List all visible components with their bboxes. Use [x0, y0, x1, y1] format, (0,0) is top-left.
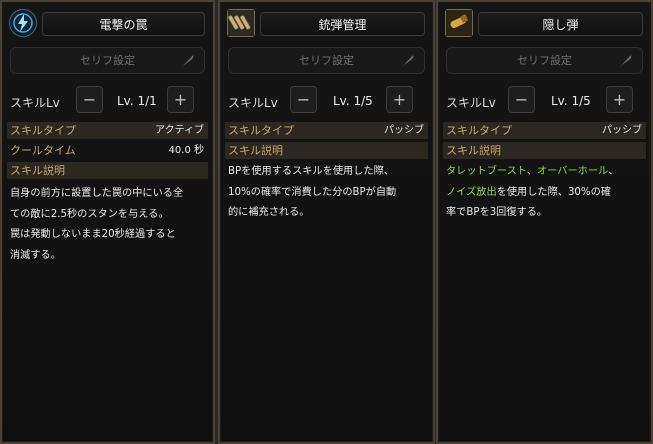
- lv-increase-button[interactable]: +: [606, 86, 633, 113]
- skill-lv-label: スキルLv: [228, 96, 278, 110]
- feather-icon: [181, 55, 194, 68]
- skill-title: 電撃の罠: [42, 12, 205, 36]
- cooldown-row: クールタイム 40.0 秒: [7, 142, 208, 159]
- serif-setting-label: セリフ設定: [299, 54, 354, 67]
- linked-skill: ノイズ放出: [446, 186, 497, 198]
- skill-desc-label: スキル説明: [228, 144, 283, 157]
- lv-decrease-button[interactable]: −: [76, 86, 103, 113]
- desc-text: を使用した際、30%の確: [496, 186, 611, 198]
- serif-setting-button[interactable]: セリフ設定: [446, 47, 643, 74]
- lv-value: Lv. 1/1: [117, 94, 157, 108]
- skill-description: 自身の前方に設置した罠の中にいる全 ての敵に2.5秒のスタンを与える。 罠は発動…: [10, 184, 205, 266]
- skill-title: 隠し弾: [478, 12, 643, 36]
- lv-decrease-button[interactable]: −: [290, 86, 317, 113]
- skill-type-row: スキルタイプ アクティブ: [7, 122, 208, 139]
- skill-lv-label: スキルLv: [446, 96, 496, 110]
- ammo-belt-icon: [227, 9, 255, 37]
- desc-line: ノイズ放出を使用した際、30%の確: [446, 183, 643, 204]
- skill-desc-header: スキル説明: [443, 142, 646, 159]
- desc-line: 的に補充される。: [228, 207, 310, 218]
- skill-type-value: アクティブ: [155, 125, 204, 136]
- hidden-bullet-icon: [445, 9, 473, 37]
- skill-type-value: パッシブ: [602, 125, 642, 136]
- desc-separator: 、: [526, 166, 537, 177]
- skill-type-label: スキルタイプ: [228, 124, 294, 137]
- desc-line: 消滅する。: [10, 249, 61, 261]
- lv-value: Lv. 1/5: [551, 94, 591, 108]
- skill-desc-header: スキル説明: [7, 162, 208, 179]
- lightning-trap-icon: [9, 9, 37, 37]
- skill-desc-label: スキル説明: [446, 144, 501, 157]
- desc-separator: 、: [608, 166, 619, 177]
- serif-setting-button[interactable]: セリフ設定: [228, 47, 425, 74]
- skill-description: タレットブースト、オーバーホール、 ノイズ放出を使用した際、30%の確 率でBP…: [446, 162, 643, 224]
- skill-desc-header: スキル説明: [225, 142, 428, 159]
- desc-line: タレットブースト、オーバーホール、: [446, 162, 643, 183]
- skill-type-row: スキルタイプ パッシブ: [225, 122, 428, 139]
- feather-icon: [619, 55, 632, 68]
- skill-title: 銃弾管理: [260, 12, 425, 36]
- skill-description: BPを使用するスキルを使用した際、 10%の確率で消費した分のBPが自動 的に補…: [228, 162, 425, 224]
- skill-type-value: パッシブ: [384, 125, 424, 136]
- lv-value: Lv. 1/5: [333, 94, 373, 108]
- cooldown-label: クールタイム: [10, 144, 76, 157]
- desc-line: 罠は発動しないまま20秒経過すると: [10, 229, 176, 240]
- linked-skill: オーバーホール: [536, 166, 609, 177]
- serif-setting-button[interactable]: セリフ設定: [10, 47, 205, 74]
- cooldown-value: 40.0 秒: [168, 145, 204, 156]
- desc-line: 10%の確率で消費した分のBPが自動: [228, 186, 397, 198]
- skill-type-label: スキルタイプ: [446, 124, 512, 137]
- serif-setting-label: セリフ設定: [80, 54, 135, 67]
- lv-increase-button[interactable]: +: [167, 86, 194, 113]
- skill-panel-ammo-management: 銃弾管理 セリフ設定 スキルLv − Lv. 1/5 + スキルタイプ パッシブ…: [218, 0, 435, 444]
- skill-panel-lightning-trap: 電撃の罠 セリフ設定 スキルLv − Lv. 1/1 + スキルタイプ アクティ…: [0, 0, 215, 444]
- linked-skill: タレットブースト: [446, 166, 527, 177]
- desc-line: BPを使用するスキルを使用した際、: [228, 166, 394, 177]
- desc-line: 率でBPを3回復する。: [446, 207, 548, 218]
- desc-line: ての敵に2.5秒のスタンを与える。: [10, 208, 169, 220]
- feather-icon: [401, 55, 414, 68]
- skill-desc-label: スキル説明: [10, 164, 65, 177]
- serif-setting-label: セリフ設定: [517, 54, 572, 67]
- lv-decrease-button[interactable]: −: [508, 86, 535, 113]
- lv-increase-button[interactable]: +: [386, 86, 413, 113]
- desc-line: 自身の前方に設置した罠の中にいる全: [10, 188, 184, 199]
- skill-type-row: スキルタイプ パッシブ: [443, 122, 646, 139]
- skill-lv-label: スキルLv: [10, 96, 60, 110]
- skill-panel-hidden-bullet: 隠し弾 セリフ設定 スキルLv − Lv. 1/5 + スキルタイプ パッシブ …: [436, 0, 653, 444]
- skill-type-label: スキルタイプ: [10, 124, 76, 137]
